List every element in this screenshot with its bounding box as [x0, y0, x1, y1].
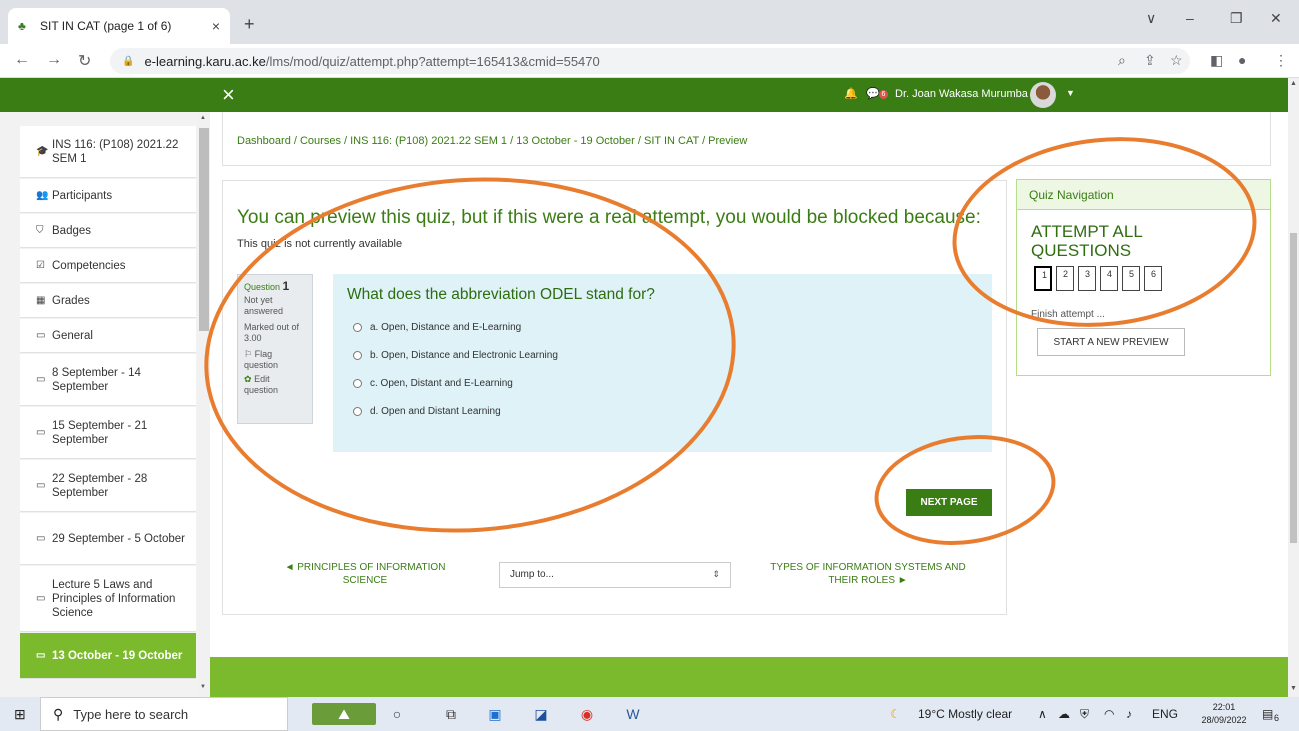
drawer-scroll-thumb[interactable]	[199, 128, 209, 331]
analytics-app-icon[interactable]: ◪	[530, 703, 552, 725]
messages-icon[interactable]: 💬	[866, 87, 880, 100]
page-footer	[210, 657, 1288, 697]
folder-icon: ▭	[36, 330, 46, 341]
windows-taskbar: ⊞ ⚲ Type here to search ⛰ ○ ⧉ ▣ ◪ ◉ W ☾ …	[0, 697, 1299, 731]
folder-icon: ▭	[36, 533, 46, 544]
graduation-cap-icon: 🎓	[36, 146, 49, 157]
windows-start-icon[interactable]: ⊞	[14, 706, 26, 723]
scroll-up-icon[interactable]: ▲	[1290, 80, 1297, 87]
word-icon[interactable]: W	[622, 703, 644, 725]
notification-count: 6	[1274, 713, 1280, 723]
task-view-icon[interactable]: ⧉	[440, 703, 462, 725]
tray-expand-icon[interactable]: ∧	[1038, 707, 1047, 721]
previous-activity-link[interactable]: ◄ PRINCIPLES OF INFORMATION SCIENCE	[265, 561, 465, 587]
volume-icon[interactable]: ♪	[1126, 707, 1132, 721]
back-icon[interactable]: ←	[14, 51, 30, 69]
page-scroll-thumb[interactable]	[1290, 233, 1297, 543]
address-bar: ← → ↻ 🔒 e-learning.karu.ac.ke/lms/mod/qu…	[0, 44, 1299, 78]
check-square-icon: ☑	[36, 260, 45, 271]
course-nav-drawer: 🎓 INS 116: (P108) 2021.22 SEM 1 👥 Partic…	[0, 112, 210, 697]
menu-icon[interactable]: ⋮	[1274, 52, 1288, 69]
news-widget-icon[interactable]: ⛰	[312, 703, 376, 725]
maximize-button[interactable]: ❐	[1230, 10, 1243, 27]
minimize-button[interactable]: –	[1186, 10, 1194, 26]
security-icon[interactable]: ⛨	[1080, 707, 1089, 722]
drawer-scrollbar[interactable]: ▲ ▼	[198, 112, 210, 697]
sidebar-item-week[interactable]: ▭ 22 September - 28 September	[20, 460, 196, 512]
side-panel-icon[interactable]: ◧	[1210, 52, 1223, 69]
cloud-icon[interactable]: ☁	[1058, 707, 1070, 721]
close-window-button[interactable]: ✕	[1270, 10, 1282, 27]
tab-title: SIT IN CAT (page 1 of 6)	[40, 19, 172, 33]
search-icon: ⚲	[53, 705, 64, 722]
notification-center-icon[interactable]: ▤	[1262, 707, 1273, 721]
user-name[interactable]: Dr. Joan Wakasa Murumba	[895, 88, 1028, 100]
jump-to-select[interactable]: Jump to... ⇕	[499, 562, 731, 588]
tab-search-icon[interactable]: ∨	[1146, 10, 1156, 27]
folder-icon: ▭	[36, 427, 46, 438]
tab-close-icon[interactable]: ×	[212, 18, 220, 34]
url-text: e-learning.karu.ac.ke/lms/mod/quiz/attem…	[144, 53, 600, 69]
sidebar-item-badges[interactable]: ⛉ Badges	[20, 214, 196, 248]
sidebar-item-lecture[interactable]: ▭ Lecture 5 Laws and Principles of Infor…	[20, 566, 196, 632]
weather-text[interactable]: 19°C Mostly clear	[918, 707, 1012, 721]
store-icon[interactable]: ▣	[484, 703, 506, 725]
reload-icon[interactable]: ↻	[78, 51, 91, 71]
users-icon: 👥	[36, 190, 49, 201]
message-count-badge: 6	[879, 90, 888, 99]
breadcrumb[interactable]: Dashboard / Courses / INS 116: (P108) 20…	[237, 135, 747, 147]
select-arrows-icon: ⇕	[712, 569, 720, 579]
lock-icon: 🔒	[122, 55, 135, 67]
notification-bell-icon[interactable]: 🔔	[844, 87, 858, 100]
sidebar-item-general[interactable]: ▭ General	[20, 319, 196, 353]
folder-icon: ▭	[36, 593, 46, 604]
weather-icon: ☾	[890, 707, 901, 721]
folder-icon: ▭	[36, 480, 46, 491]
table-icon: ▦	[36, 295, 46, 306]
url-input[interactable]: 🔒 e-learning.karu.ac.ke/lms/mod/quiz/att…	[110, 48, 1190, 74]
profile-icon[interactable]: ●	[1238, 52, 1246, 68]
user-avatar[interactable]	[1030, 82, 1056, 108]
wifi-icon[interactable]: ◠	[1104, 707, 1114, 721]
browser-tab[interactable]: ♣ SIT IN CAT (page 1 of 6) ×	[8, 8, 230, 44]
bookmark-star-icon[interactable]: ☆	[1170, 52, 1183, 69]
page-scrollbar[interactable]: ▲ ▼	[1288, 78, 1299, 697]
scroll-down-icon[interactable]: ▼	[200, 684, 206, 690]
shield-icon: ⛉	[36, 225, 44, 236]
taskbar-clock[interactable]: 22:01 28/09/2022	[1196, 701, 1252, 727]
cortana-icon[interactable]: ○	[386, 703, 408, 725]
screen: ♣ SIT IN CAT (page 1 of 6) × + ∨ – ❐ ✕ ←…	[0, 0, 1299, 731]
sidebar-item-active-week[interactable]: ▭ 13 October - 19 October	[20, 633, 196, 679]
sidebar-item-grades[interactable]: ▦ Grades	[20, 284, 196, 318]
browser-tab-strip: ♣ SIT IN CAT (page 1 of 6) × + ∨ – ❐ ✕	[0, 0, 1299, 44]
sidebar-item-week[interactable]: ▭ 15 September - 21 September	[20, 407, 196, 459]
sidebar-item-course[interactable]: 🎓 INS 116: (P108) 2021.22 SEM 1	[20, 126, 196, 178]
start-new-preview-button[interactable]: START A NEW PREVIEW	[1037, 328, 1185, 356]
site-favicon-icon: ♣	[18, 19, 26, 33]
taskbar-search-input[interactable]: ⚲ Type here to search	[40, 697, 288, 731]
folder-icon: ▭	[36, 374, 46, 385]
sidebar-item-competencies[interactable]: ☑ Competencies	[20, 249, 196, 283]
forward-icon[interactable]: →	[46, 51, 62, 69]
chrome-icon[interactable]: ◉	[576, 703, 598, 725]
moodle-navbar: × 🔔 💬 6 Dr. Joan Wakasa Murumba ▼	[0, 78, 1288, 112]
share-icon[interactable]: ⇪	[1144, 52, 1156, 69]
sidebar-item-week[interactable]: ▭ 8 September - 14 September	[20, 354, 196, 406]
sidebar-item-week[interactable]: ▭ 29 September - 5 October	[20, 513, 196, 565]
close-drawer-icon[interactable]: ×	[222, 82, 235, 108]
scroll-up-icon[interactable]: ▲	[200, 115, 206, 121]
language-indicator[interactable]: ENG	[1152, 707, 1178, 721]
new-tab-button[interactable]: +	[244, 14, 255, 35]
sidebar-item-participants[interactable]: 👥 Participants	[20, 179, 196, 213]
folder-icon: ▭	[36, 650, 46, 661]
scroll-down-icon[interactable]: ▼	[1290, 685, 1297, 692]
user-menu-caret-icon[interactable]: ▼	[1066, 88, 1075, 98]
next-activity-link[interactable]: TYPES OF INFORMATION SYSTEMS AND THEIR R…	[763, 561, 973, 587]
zoom-icon[interactable]: ⌕	[1118, 52, 1126, 69]
